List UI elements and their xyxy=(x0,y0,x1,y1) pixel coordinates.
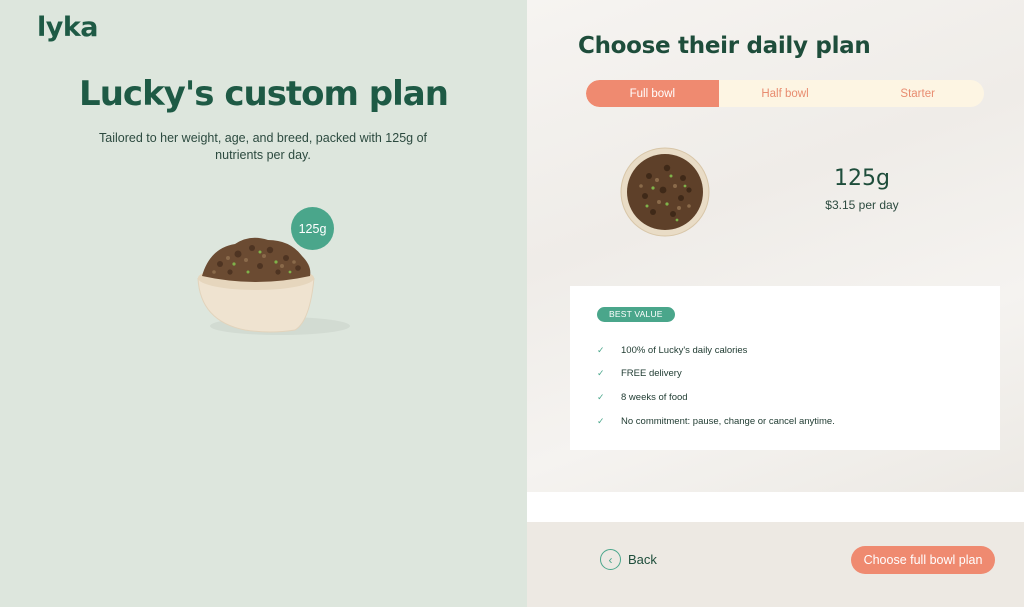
food-bowl-top-image xyxy=(620,147,710,237)
back-label: Back xyxy=(628,552,657,567)
daily-grams: 125g xyxy=(834,166,890,191)
benefits-card: BEST VALUE ✓ 100% of Lucky's daily calor… xyxy=(570,286,1000,450)
feature-item: ✓ 8 weeks of food xyxy=(597,390,688,404)
feature-item: ✓ FREE delivery xyxy=(597,366,682,380)
plan-tabs: Full bowl Half bowl Starter xyxy=(586,80,984,107)
check-icon: ✓ xyxy=(597,344,605,355)
feature-item: ✓ 100% of Lucky's daily calories xyxy=(597,343,747,357)
feature-label: 100% of Lucky's daily calories xyxy=(621,344,748,356)
feature-label: No commitment: pause, change or cancel a… xyxy=(621,415,835,427)
check-icon: ✓ xyxy=(597,391,605,402)
chevron-left-icon: ‹ xyxy=(600,549,621,570)
page-subtitle: Tailored to her weight, age, and breed, … xyxy=(99,131,427,162)
feature-label: FREE delivery xyxy=(621,367,682,379)
price-per-day: $3.15 per day xyxy=(825,198,899,212)
lyka-logo[interactable]: lyka xyxy=(37,12,99,43)
tab-half-bowl[interactable]: Half bowl xyxy=(719,80,852,107)
divider-strip xyxy=(527,492,1024,522)
check-icon: ✓ xyxy=(597,367,605,378)
best-value-badge: BEST VALUE xyxy=(597,307,675,322)
tab-starter[interactable]: Starter xyxy=(851,80,984,107)
portion-badge: 125g xyxy=(291,207,334,250)
tab-full-bowl[interactable]: Full bowl xyxy=(586,80,719,107)
right-panel: Choose their daily plan Full bowl Half b… xyxy=(527,0,1024,607)
check-icon: ✓ xyxy=(597,415,605,426)
plan-heading: Choose their daily plan xyxy=(578,33,871,59)
left-panel: lyka Lucky's custom plan Tailored to her… xyxy=(0,0,527,607)
page-title: Lucky's custom plan xyxy=(79,74,449,114)
feature-label: 8 weeks of food xyxy=(621,391,688,403)
choose-plan-button[interactable]: Choose full bowl plan xyxy=(851,546,995,574)
back-button[interactable]: ‹ Back xyxy=(600,549,657,570)
feature-item: ✓ No commitment: pause, change or cancel… xyxy=(597,414,835,428)
